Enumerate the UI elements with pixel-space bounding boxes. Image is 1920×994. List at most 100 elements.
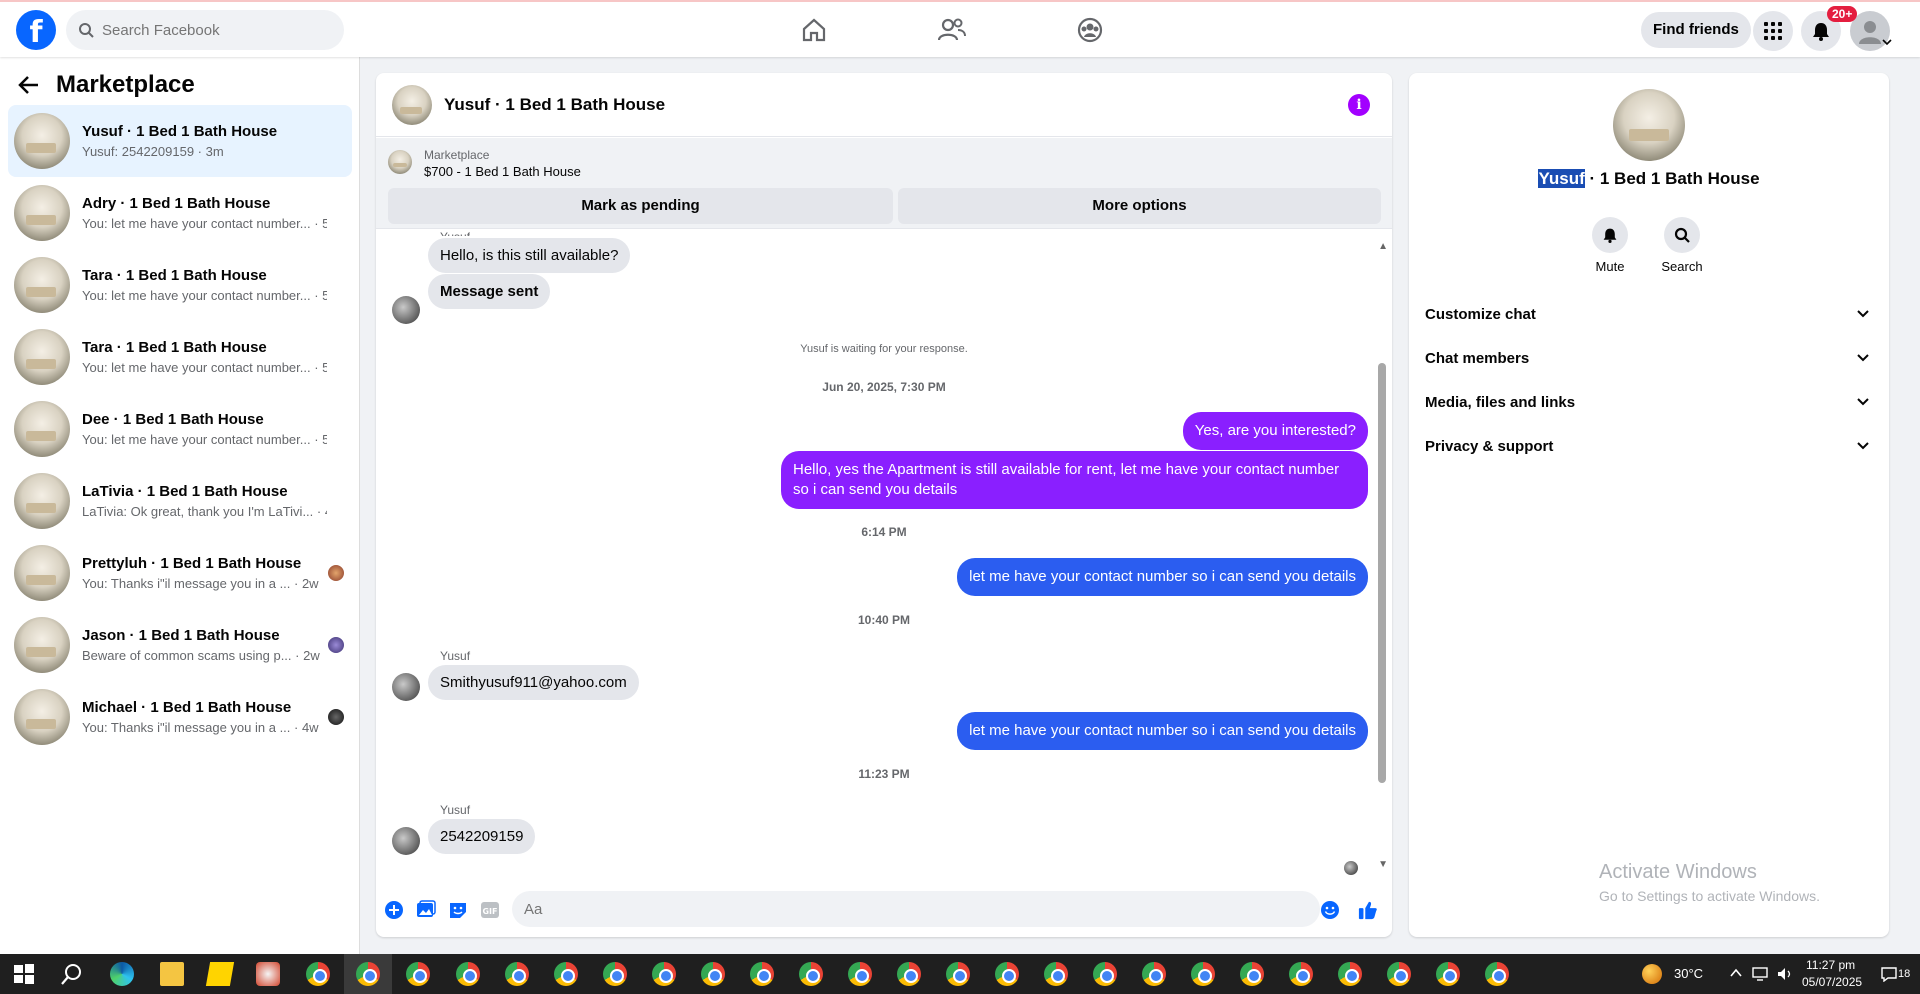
file-explorer-icon[interactable] [160,962,184,986]
notification-center-icon[interactable] [1880,966,1898,982]
outgoing-message[interactable]: Hello, yes the Apartment is still availa… [781,451,1368,509]
chrome-window-icon[interactable] [799,962,823,986]
conversation-item[interactable]: Yusuf · 1 Bed 1 Bath House Yusuf: 2542209… [8,105,352,177]
sticky-notes-icon[interactable] [205,962,235,986]
facebook-logo-icon[interactable]: f [16,10,56,50]
mute-action[interactable]: Mute [1580,217,1640,274]
incoming-message[interactable]: 2542209159 [428,819,536,854]
chat-listing-thumbnail[interactable] [392,84,432,125]
incoming-message[interactable]: Hello, is this still available? [428,238,631,273]
conversation-item[interactable]: Tara · 1 Bed 1 Bath House You: let me hav… [8,249,352,321]
taskbar-date[interactable]: 05/07/2025 [1802,975,1862,989]
home-icon[interactable] [798,14,830,46]
chrome-window-icon[interactable] [554,962,578,986]
message-scrollbar[interactable] [1378,363,1386,783]
friends-icon[interactable] [936,14,968,46]
paint-app-icon[interactable] [256,962,280,986]
info-icon[interactable]: i [1348,94,1370,116]
outgoing-message[interactable]: let me have your contact number so i can… [957,712,1368,750]
search-input[interactable] [102,21,322,39]
menu-grid-icon[interactable] [1753,11,1793,51]
sender-avatar[interactable] [392,827,420,855]
chrome-window-icon[interactable] [456,962,480,986]
conversation-item[interactable]: Adry · 1 Bed 1 Bath House You: let me hav… [8,177,352,249]
chrome-window-icon[interactable] [1436,962,1460,986]
tray-chevron-up-icon[interactable] [1730,968,1742,978]
incoming-message[interactable]: Smithyusuf911@yahoo.com [428,665,639,700]
chrome-window-icon[interactable] [1338,962,1362,986]
chrome-window-icon[interactable] [1191,962,1215,986]
emoji-icon[interactable] [1320,900,1340,920]
customize-chat-section[interactable]: Customize chat [1425,294,1873,334]
chat-members-section[interactable]: Chat members [1425,338,1873,378]
chrome-window-icon[interactable] [848,962,872,986]
outgoing-message[interactable]: let me have your contact number so i can… [957,558,1368,596]
chrome-window-icon[interactable] [652,962,676,986]
sender-avatar[interactable] [392,673,420,701]
network-icon[interactable] [1752,966,1770,982]
chrome-window-icon[interactable] [1289,962,1313,986]
photo-icon[interactable] [416,900,436,920]
weather-temperature[interactable]: 30°C [1674,966,1703,981]
find-friends-button[interactable]: Find friends [1641,12,1751,48]
windows-start-icon[interactable] [12,962,36,986]
groups-icon[interactable] [1074,14,1106,46]
chrome-window-icon[interactable] [1142,962,1166,986]
conversation-item[interactable]: Tara · 1 Bed 1 Bath House You: let me hav… [8,321,352,393]
gif-icon[interactable]: GIF [480,900,500,920]
conversation-item[interactable]: LaTivia · 1 Bed 1 Bath House LaTivia: Ok … [8,465,352,537]
taskbar-time[interactable]: 11:27 pm [1806,958,1855,972]
chrome-window-icon[interactable] [750,962,774,986]
back-arrow-icon[interactable] [18,75,40,95]
chrome-window-icon[interactable] [1044,962,1068,986]
chrome-window-icon[interactable] [1093,962,1117,986]
search-action[interactable]: Search [1652,217,1712,274]
search-box[interactable] [66,10,344,50]
sender-avatar[interactable] [392,296,420,324]
weather-sun-icon[interactable] [1642,964,1662,984]
chrome-window-icon[interactable] [1387,962,1411,986]
chat-title[interactable]: Yusuf · 1 Bed 1 Bath House [444,95,665,115]
listing-thumbnail[interactable] [388,150,412,174]
media-files-links-section[interactable]: Media, files and links [1425,382,1873,422]
message-input[interactable] [512,891,1320,927]
conversation-item[interactable]: Jason · 1 Bed 1 Bath House Beware of comm… [8,609,352,681]
like-thumbs-up-icon[interactable] [1358,900,1378,920]
outgoing-message[interactable]: Yes, are you interested? [1182,412,1368,450]
listing-price-title[interactable]: $700 - 1 Bed 1 Bath House [424,164,581,179]
chrome-window-icon[interactable] [701,962,725,986]
chrome-window-icon[interactable] [897,962,921,986]
chrome-window-icon[interactable] [1485,962,1509,986]
conversation-item[interactable]: Prettyluh · 1 Bed 1 Bath House You: Thank… [8,537,352,609]
search-icon[interactable] [1664,217,1700,253]
conversation-item[interactable]: Dee · 1 Bed 1 Bath House You: let me have… [8,393,352,465]
chrome-window-icon[interactable] [946,962,970,986]
volume-icon[interactable] [1776,966,1794,982]
taskbar-search-icon[interactable] [60,962,84,986]
scroll-up-arrow-icon[interactable]: ▲ [1378,241,1388,252]
chat-profile-thumbnail[interactable] [1613,89,1685,161]
plus-circle-icon[interactable] [384,900,404,920]
edge-browser-icon[interactable] [110,962,134,986]
mark-as-pending-button[interactable]: Mark as pending [388,188,893,224]
bell-icon[interactable] [1592,217,1628,253]
privacy-support-section[interactable]: Privacy & support [1425,426,1873,466]
chrome-window-icon[interactable] [505,962,529,986]
incoming-message[interactable]: Message sent [428,274,551,309]
conversation-title: Yusuf · 1 Bed 1 Bath House [82,123,278,140]
scroll-down-arrow-icon[interactable]: ▼ [1378,859,1388,870]
chrome-window-icon[interactable] [356,962,380,986]
chrome-window-icon[interactable] [1240,962,1264,986]
chrome-window-icon[interactable] [995,962,1019,986]
more-options-button[interactable]: More options [898,188,1381,224]
listing-thumbnail [14,401,70,457]
account-chevron-down-icon[interactable] [1882,38,1892,46]
chrome-window-icon[interactable] [306,962,330,986]
chrome-window-icon[interactable] [603,962,627,986]
chrome-window-icon[interactable] [406,962,430,986]
conversation-item[interactable]: Michael · 1 Bed 1 Bath House You: Thanks … [8,681,352,753]
section-label: Chat members [1425,349,1530,367]
sticker-icon[interactable] [448,900,468,920]
conversation-title: Tara · 1 Bed 1 Bath House [82,339,267,356]
section-label: Customize chat [1425,305,1536,323]
